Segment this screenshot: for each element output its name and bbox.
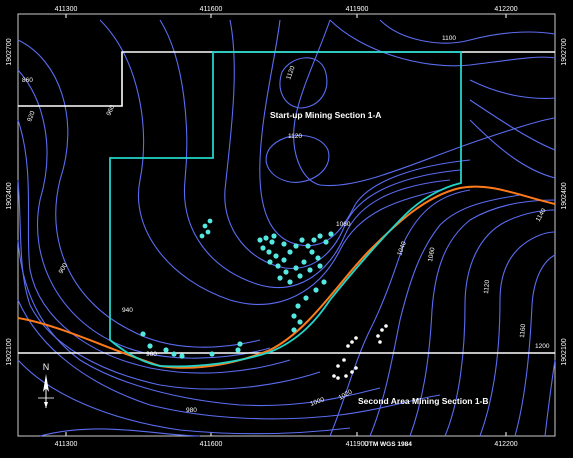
contour-label: 1060 xyxy=(336,221,351,228)
x-tick-label-top: 411300 xyxy=(55,6,78,13)
drill-hole xyxy=(321,279,327,285)
drill-hole xyxy=(260,245,266,251)
contour-label: 1120 xyxy=(288,133,302,140)
drill-hole xyxy=(287,279,293,285)
drill-hole xyxy=(350,340,354,344)
drill-hole xyxy=(317,233,323,239)
contour-label: 960 xyxy=(146,351,157,358)
drill-hole xyxy=(257,237,263,243)
drill-hole xyxy=(266,249,272,255)
map-canvas: 411300 411600 411900 412200 411300 41160… xyxy=(6,6,568,448)
drill-hole xyxy=(269,239,275,245)
x-tick-label-top: 411600 xyxy=(200,6,223,13)
drill-hole xyxy=(205,229,211,235)
drill-hole xyxy=(163,347,169,353)
drill-hole xyxy=(346,344,350,348)
drill-hole xyxy=(140,331,146,337)
drill-hole xyxy=(328,231,334,237)
y-axis-ticks-right: 1902700 1902400 1902100 xyxy=(561,38,568,365)
y-tick-label-right: 1902100 xyxy=(561,338,568,365)
drill-hole xyxy=(332,374,336,378)
drill-hole xyxy=(336,364,340,368)
drill-hole xyxy=(305,243,311,249)
y-tick-label-right: 1902400 xyxy=(561,182,568,209)
contour-label: 1120 xyxy=(483,279,491,294)
contour-label: 1200 xyxy=(535,343,550,350)
drill-hole xyxy=(354,366,358,370)
drill-hole xyxy=(277,275,283,281)
x-tick-label-bottom: 411600 xyxy=(200,441,223,448)
drill-hole xyxy=(350,370,354,374)
drill-hole xyxy=(384,324,388,328)
drill-hole xyxy=(179,353,185,359)
drill-hole xyxy=(376,334,380,338)
drill-hole xyxy=(295,303,301,309)
drill-hole xyxy=(297,319,303,325)
y-tick-label-left: 1902100 xyxy=(6,338,13,365)
drill-hole xyxy=(147,343,153,349)
drill-hole xyxy=(313,287,319,293)
drill-hole xyxy=(303,295,309,301)
drill-hole xyxy=(307,267,313,273)
drill-hole xyxy=(293,243,299,249)
drill-hole xyxy=(283,269,289,275)
y-tick-label-left: 1902700 xyxy=(6,38,13,65)
drill-hole xyxy=(287,249,293,255)
drill-hole xyxy=(342,358,346,362)
x-tick-label-top: 411900 xyxy=(346,6,369,13)
drill-hole xyxy=(235,347,241,353)
drill-hole xyxy=(273,253,279,259)
y-tick-label-left: 1902400 xyxy=(6,182,13,209)
drill-hole xyxy=(281,241,287,247)
y-tick-label-right: 1902700 xyxy=(561,38,568,65)
drill-hole xyxy=(291,327,297,333)
drill-hole xyxy=(293,265,299,271)
x-tick-label-top: 412200 xyxy=(494,6,517,13)
x-tick-label-bottom: 412200 xyxy=(494,441,517,448)
contour-label: 980 xyxy=(186,407,197,414)
drill-hole xyxy=(207,218,213,224)
drill-hole xyxy=(263,235,269,241)
contour-label: 940 xyxy=(122,307,133,314)
north-label: N xyxy=(43,362,50,372)
drill-hole xyxy=(171,351,177,357)
drill-hole xyxy=(275,263,281,269)
contour-label: 860 xyxy=(22,77,33,84)
contour-label: 1160 xyxy=(519,323,527,338)
drill-hole xyxy=(336,376,340,380)
x-tick-label-bottom: 411300 xyxy=(55,441,78,448)
drill-hole xyxy=(281,257,287,263)
drill-hole xyxy=(309,249,315,255)
drill-hole xyxy=(199,233,205,239)
drill-hole xyxy=(323,239,329,245)
y-axis-ticks-left: 1902700 1902400 1902100 xyxy=(6,38,13,365)
drill-hole xyxy=(291,313,297,319)
contour-label: 1100 xyxy=(442,35,456,42)
coordinate-system-label: UTM WGS 1984 xyxy=(364,441,412,448)
drill-hole xyxy=(202,223,208,229)
drill-hole xyxy=(299,237,305,243)
drill-hole xyxy=(311,237,317,243)
map-frame: 411300 411600 411900 412200 411300 41160… xyxy=(0,0,573,458)
drill-hole xyxy=(315,255,321,261)
drill-hole xyxy=(344,374,348,378)
drill-hole xyxy=(378,340,382,344)
drill-hole xyxy=(297,273,303,279)
drill-hole xyxy=(354,336,358,340)
drill-hole xyxy=(380,328,384,332)
drill-hole xyxy=(271,233,277,239)
drill-hole xyxy=(237,341,243,347)
drill-hole xyxy=(209,351,215,357)
section-1b-label: Second Area Mining Section 1-B xyxy=(358,396,489,406)
drill-hole xyxy=(301,259,307,265)
drill-hole xyxy=(317,263,323,269)
section-1a-label: Start-up Mining Section 1-A xyxy=(270,110,381,120)
drill-hole xyxy=(267,259,273,265)
